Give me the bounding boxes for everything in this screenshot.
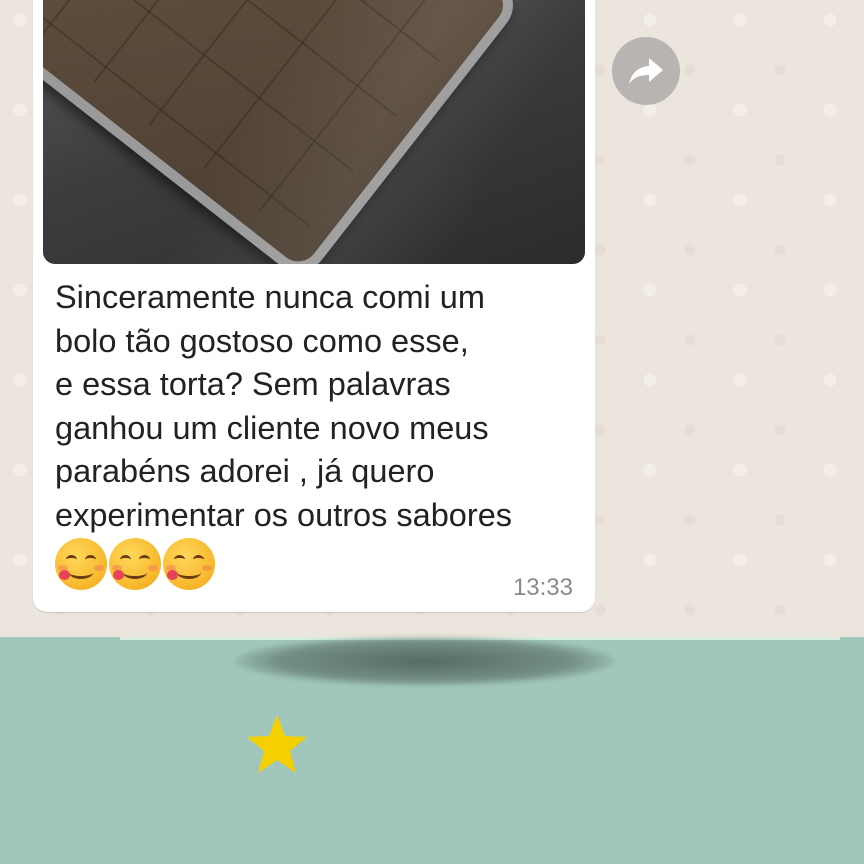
star-icon [247,715,307,773]
savoring-food-emoji [109,538,161,590]
message-bubble[interactable]: Sinceramente nunca comi um bolo tão gost… [33,0,595,612]
message-photo[interactable] [43,0,585,264]
forward-button[interactable] [612,37,680,105]
message-text: Sinceramente nunca comi um bolo tão gost… [55,279,513,533]
bubble-shadow [235,636,615,686]
emoji-row [55,538,215,590]
chat-area: Sinceramente nunca comi um bolo tão gost… [0,0,864,637]
savoring-food-emoji [163,538,215,590]
forward-arrow-icon [629,58,663,84]
savoring-food-emoji [55,538,107,590]
message-timestamp: 13:33 [512,574,573,601]
